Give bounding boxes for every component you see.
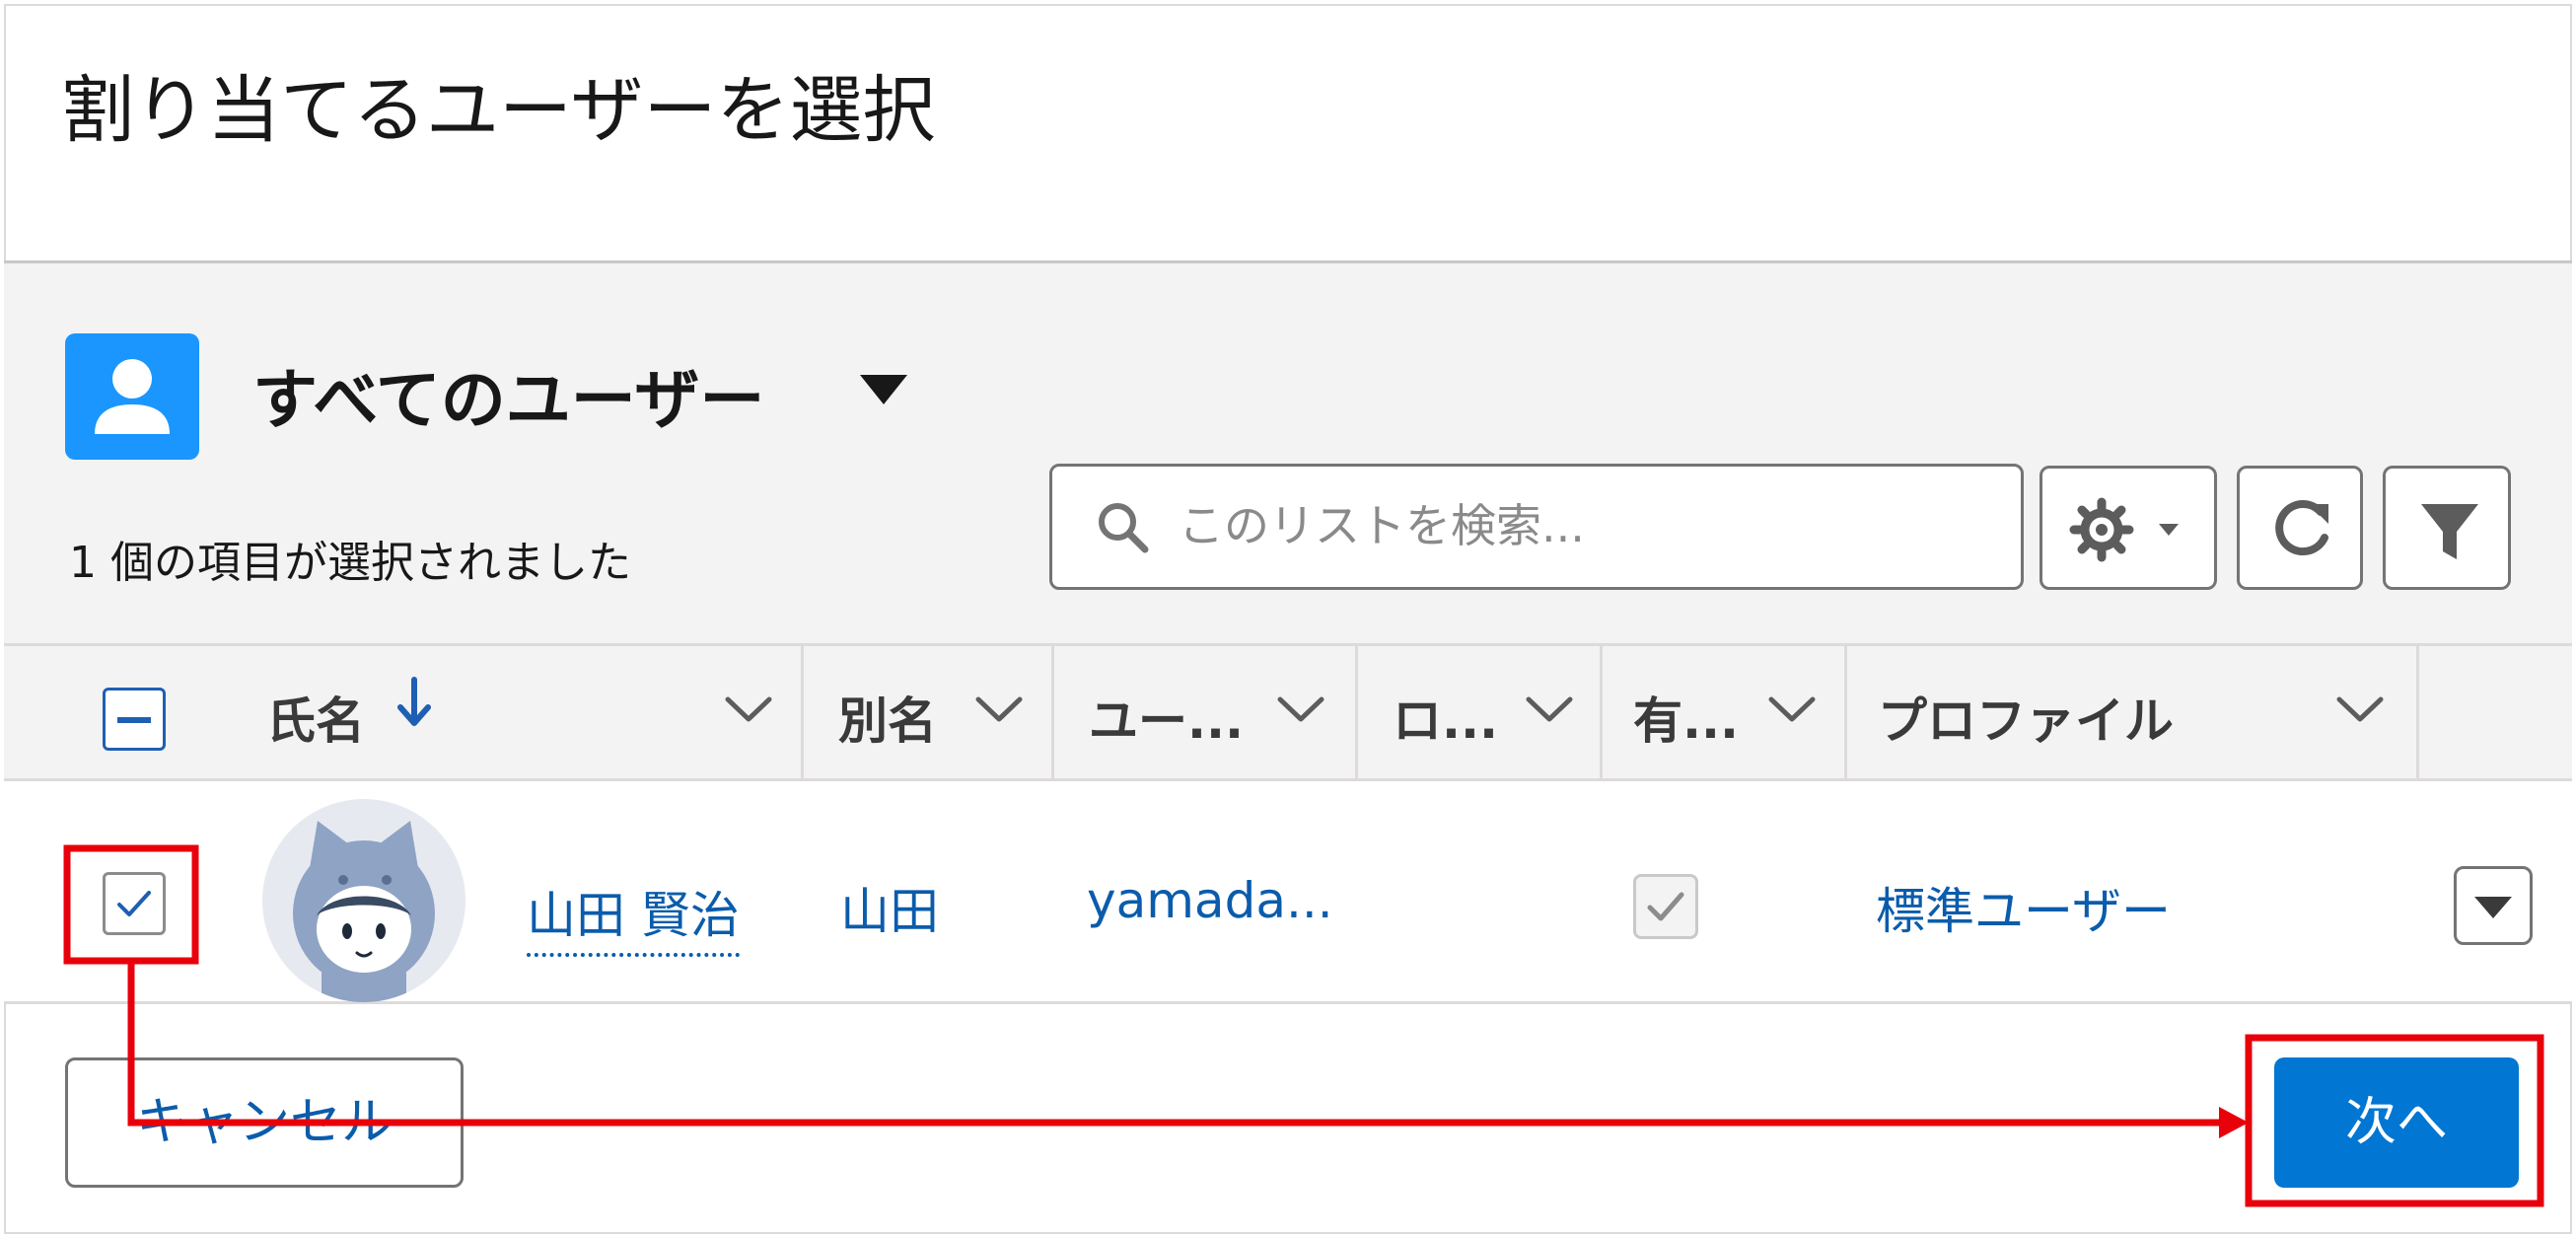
chevron-down-icon[interactable] <box>724 693 773 725</box>
row-select-checkbox[interactable] <box>103 872 166 935</box>
column-header-profile[interactable]: プロファイル <box>1848 646 2416 778</box>
chevron-down-icon[interactable] <box>1276 693 1325 725</box>
column-divider[interactable] <box>1600 646 1603 778</box>
checkmark-icon <box>117 891 151 916</box>
selected-count-text: 1 個の項目が選択されました <box>69 538 631 588</box>
username-link[interactable]: yamada... <box>1087 872 1333 929</box>
table-row[interactable]: 山田 賢治 山田 yamada... 標準ユーザー <box>4 781 2572 1004</box>
modal-title: 割り当てるユーザーを選択 <box>61 68 936 153</box>
avatar <box>262 799 465 1002</box>
column-header-role[interactable]: ロ... <box>1359 646 1600 778</box>
list-settings-button[interactable] <box>2039 466 2217 590</box>
table-header: 氏名 別名 ユー... ロ... 有... プロファイル <box>4 643 2572 781</box>
column-divider[interactable] <box>1051 646 1054 778</box>
checkmark-icon <box>1647 892 1684 921</box>
profile-link[interactable]: 標準ユーザー <box>1876 872 2171 943</box>
list-view-name[interactable]: すべてのユーザー <box>252 347 764 442</box>
list-view-dropdown-icon[interactable] <box>860 375 907 404</box>
row-action-menu-button[interactable] <box>2454 866 2533 945</box>
cancel-button[interactable]: キャンセル <box>65 1057 464 1188</box>
chevron-down-icon[interactable] <box>1525 693 1574 725</box>
chevron-down-icon[interactable] <box>2335 693 2385 725</box>
gear-icon <box>2069 497 2179 562</box>
alias-link[interactable]: 山田 <box>840 872 939 943</box>
column-divider[interactable] <box>801 646 804 778</box>
select-all-checkbox[interactable] <box>103 688 166 751</box>
column-header-alias[interactable]: 別名 <box>805 646 1051 778</box>
chevron-down-icon[interactable] <box>1767 693 1817 725</box>
column-header-username[interactable]: ユー... <box>1055 646 1357 778</box>
column-divider[interactable] <box>1844 646 1847 778</box>
active-checkbox <box>1633 874 1698 939</box>
sort-descending-icon <box>397 677 431 726</box>
search-icon <box>1099 503 1149 553</box>
column-header-name[interactable]: 氏名 <box>260 646 807 778</box>
next-button[interactable]: 次へ <box>2274 1057 2519 1188</box>
filter-button[interactable] <box>2383 466 2511 590</box>
column-divider[interactable] <box>2416 646 2419 778</box>
refresh-icon <box>2275 500 2328 556</box>
column-header-active[interactable]: 有... <box>1604 646 1844 778</box>
chevron-down-icon[interactable] <box>974 693 1024 725</box>
filter-icon <box>2421 504 2478 559</box>
column-divider[interactable] <box>1355 646 1358 778</box>
refresh-button[interactable] <box>2237 466 2363 590</box>
user-name-link[interactable]: 山田 賢治 <box>527 876 740 957</box>
list-search-box[interactable] <box>1049 464 2024 590</box>
search-input[interactable] <box>1179 486 1987 565</box>
user-icon <box>65 333 199 460</box>
